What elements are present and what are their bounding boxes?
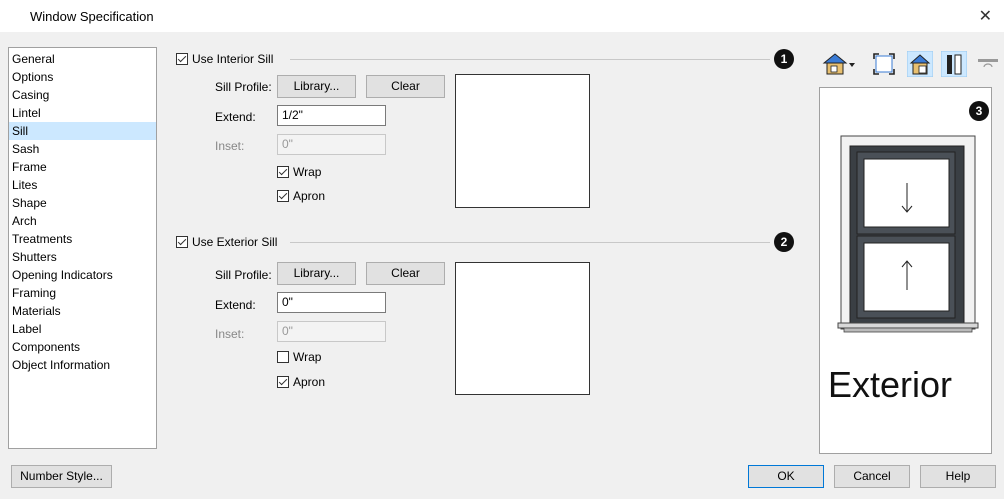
nav-item-components[interactable]: Components: [9, 338, 156, 356]
nav-item-sash[interactable]: Sash: [9, 140, 156, 158]
callout-badge-2: 2: [774, 232, 794, 252]
show-wall-icon[interactable]: [906, 50, 934, 78]
callout-badge-1: 1: [774, 49, 794, 69]
group-divider: [290, 59, 770, 60]
interior-sill-check[interactable]: [176, 53, 188, 65]
nav-item-opening-indicators[interactable]: Opening Indicators: [9, 266, 156, 284]
interior-wrap-label: Wrap: [293, 165, 322, 179]
nav-item-shape[interactable]: Shape: [9, 194, 156, 212]
interior-apron-check[interactable]: [277, 190, 289, 202]
interior-extend-label: Extend:: [215, 110, 256, 124]
nav-item-label[interactable]: Label: [9, 320, 156, 338]
ok-button[interactable]: OK: [748, 465, 824, 488]
exterior-apron-check[interactable]: [277, 376, 289, 388]
exterior-apron-label: Apron: [293, 375, 326, 389]
exterior-sill-profile-label: Sill Profile:: [215, 268, 272, 282]
exterior-wrap-checkbox[interactable]: Wrap: [277, 350, 321, 364]
frame-view-icon[interactable]: [940, 50, 968, 78]
exterior-wrap-check[interactable]: [277, 351, 289, 363]
exterior-inset-field[interactable]: 0": [277, 321, 386, 342]
nav-item-options[interactable]: Options: [9, 68, 156, 86]
interior-apron-label: Apron: [293, 189, 326, 203]
interior-clear-button[interactable]: Clear: [366, 75, 445, 98]
use-exterior-sill-checkbox[interactable]: Use Exterior Sill: [176, 235, 277, 249]
interior-wrap-check[interactable]: [277, 166, 289, 178]
reset-view-icon[interactable]: [975, 51, 1001, 77]
nav-item-frame[interactable]: Frame: [9, 158, 156, 176]
close-icon[interactable]: ✕: [979, 6, 992, 26]
title-bar: Window Specification ✕: [0, 0, 1004, 32]
interior-wrap-checkbox[interactable]: Wrap: [277, 165, 321, 179]
window-illustration: [837, 135, 979, 333]
dialog-title: Window Specification: [30, 9, 154, 24]
interior-inset-label: Inset:: [215, 139, 245, 153]
number-style-button[interactable]: Number Style...: [11, 465, 112, 488]
nav-item-framing[interactable]: Framing: [9, 284, 156, 302]
exterior-clear-button[interactable]: Clear: [366, 262, 445, 285]
use-interior-sill-checkbox[interactable]: Use Interior Sill: [176, 52, 273, 66]
exterior-sill-check[interactable]: [176, 236, 188, 248]
preview-caption: Exterior: [828, 364, 953, 405]
interior-sill-profile-label: Sill Profile:: [215, 80, 272, 94]
interior-apron-checkbox[interactable]: Apron: [277, 189, 325, 203]
nav-item-general[interactable]: General: [9, 50, 156, 68]
interior-inset-field[interactable]: 0": [277, 134, 386, 155]
category-list[interactable]: General Options Casing Lintel Sill Sash Frame L…: [8, 47, 157, 449]
nav-item-arch[interactable]: Arch: [9, 212, 156, 230]
interior-library-button[interactable]: Library...: [277, 75, 356, 98]
use-exterior-sill-label: Use Exterior Sill: [192, 235, 278, 249]
window-preview-panel: 3 Exterior: [819, 87, 992, 454]
exterior-apron-checkbox[interactable]: Apron: [277, 375, 325, 389]
nav-item-sill[interactable]: Sill: [9, 122, 156, 140]
nav-item-casing[interactable]: Casing: [9, 86, 156, 104]
cancel-button[interactable]: Cancel: [834, 465, 910, 488]
nav-item-materials[interactable]: Materials: [9, 302, 156, 320]
group-divider: [290, 242, 770, 243]
nav-item-object-information[interactable]: Object Information: [9, 356, 156, 374]
nav-item-treatments[interactable]: Treatments: [9, 230, 156, 248]
nav-item-lites[interactable]: Lites: [9, 176, 156, 194]
fit-view-icon[interactable]: [871, 51, 897, 77]
exterior-extend-field[interactable]: 0": [277, 292, 386, 313]
help-button[interactable]: Help: [920, 465, 996, 488]
exterior-sill-profile-preview: [455, 262, 590, 395]
nav-item-shutters[interactable]: Shutters: [9, 248, 156, 266]
nav-item-lintel[interactable]: Lintel: [9, 104, 156, 122]
view-mode-dropdown-icon[interactable]: [822, 51, 856, 77]
interior-sill-profile-preview: [455, 74, 590, 208]
exterior-wrap-label: Wrap: [293, 350, 322, 364]
exterior-inset-label: Inset:: [215, 327, 245, 341]
interior-extend-field[interactable]: 1/2": [277, 105, 386, 126]
exterior-extend-label: Extend:: [215, 298, 256, 312]
use-interior-sill-label: Use Interior Sill: [192, 52, 274, 66]
exterior-library-button[interactable]: Library...: [277, 262, 356, 285]
